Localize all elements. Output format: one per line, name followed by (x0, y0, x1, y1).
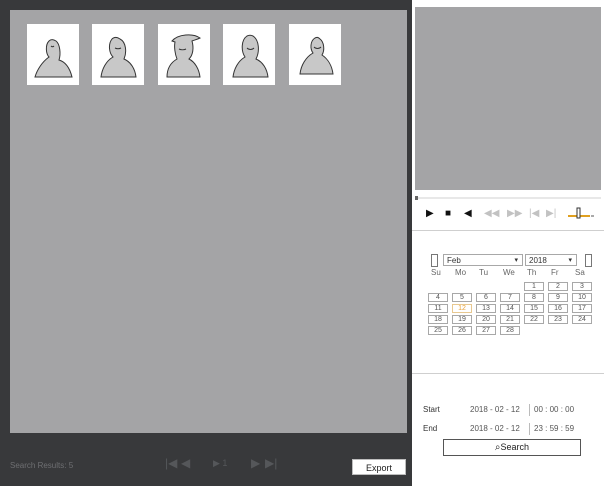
weekday-label: Mo (455, 268, 467, 277)
month-select[interactable]: Feb ▾ (443, 254, 523, 266)
video-preview (415, 7, 601, 190)
calendar-day[interactable]: 28 (500, 326, 520, 335)
weekday-label: Fr (551, 268, 559, 277)
calendar-day[interactable]: 13 (476, 304, 496, 313)
calendar-day[interactable]: 10 (572, 293, 592, 302)
next-icon[interactable]: ▶| (546, 208, 556, 220)
result-gallery (10, 10, 407, 433)
seek-bar[interactable] (415, 196, 601, 200)
calendar-day[interactable]: 1 (524, 282, 544, 291)
weekday-label: Th (527, 268, 537, 277)
calendar-day[interactable]: 16 (548, 304, 568, 313)
slow-icon[interactable]: ◀◀ (484, 208, 499, 220)
calendar-day[interactable]: 6 (476, 293, 496, 302)
search-button[interactable]: ⌕Search (443, 439, 581, 456)
end-time-field[interactable]: 23 : 59 : 59 (534, 424, 574, 433)
playback-controls: ▶ ■ ◀ ◀◀ ▶▶ |◀ ▶| (415, 204, 601, 226)
first-page-icon[interactable]: |◀ (165, 456, 177, 470)
next-page-icon[interactable]: ▶ (251, 456, 260, 470)
field-separator (529, 423, 530, 435)
calendar-day[interactable]: 25 (428, 326, 448, 335)
weekday-label: We (503, 268, 515, 277)
face-thumbnail-2[interactable] (92, 24, 144, 85)
chevron-down-icon: ▾ (568, 257, 572, 264)
calendar-day[interactable]: 27 (476, 326, 496, 335)
calendar-day[interactable]: 7 (500, 293, 520, 302)
end-label: End (423, 424, 438, 433)
year-select[interactable]: 2018 ▾ (525, 254, 577, 266)
volume-icon[interactable] (567, 206, 595, 220)
calendar-day[interactable]: 20 (476, 315, 496, 324)
calendar-day[interactable]: 18 (428, 315, 448, 324)
search-result-count: Search Results: 5 (10, 461, 74, 470)
fast-icon[interactable]: ▶▶ (507, 208, 522, 220)
face-capture-icon (299, 36, 334, 75)
face-thumbnail-1[interactable] (27, 24, 79, 85)
prev-frame-icon[interactable]: ◀ (464, 208, 472, 220)
previous-icon[interactable]: |◀ (529, 208, 539, 220)
play-icon[interactable]: ▶ (426, 208, 434, 220)
start-label: Start (423, 405, 440, 414)
weekday-label: Sa (575, 268, 585, 277)
calendar-day[interactable]: 26 (452, 326, 472, 335)
calendar-day[interactable]: 23 (548, 315, 568, 324)
divider (412, 230, 604, 231)
calendar-day[interactable]: 5 (452, 293, 472, 302)
face-capture-icon (166, 34, 201, 78)
page-current: ▶ 1 (213, 458, 228, 468)
face-thumbnail-3[interactable] (158, 24, 210, 85)
weekday-label: Tu (479, 268, 489, 277)
month-spinner[interactable] (431, 254, 438, 267)
calendar-day[interactable]: 2 (548, 282, 568, 291)
chevron-down-icon: ▾ (514, 257, 518, 264)
last-page-icon[interactable]: ▶| (265, 456, 277, 470)
face-capture-icon (100, 37, 137, 78)
calendar-day[interactable]: 4 (428, 293, 448, 302)
prev-page-icon[interactable]: ◀ (181, 456, 190, 470)
export-button[interactable]: Export (352, 459, 406, 475)
results-panel: Search Results: 5 |◀ ◀ ▶ 1 ▶ ▶| Export (0, 0, 412, 486)
start-date-field[interactable]: 2018 - 02 - 12 (470, 405, 520, 414)
side-panel: ▶ ■ ◀ ◀◀ ▶▶ |◀ ▶| Feb ▾ 2018 ▾ Su Mo Tu We Th F… (412, 0, 604, 486)
calendar-day[interactable]: 19 (452, 315, 472, 324)
pagination-bar: Search Results: 5 |◀ ◀ ▶ 1 ▶ ▶| Export (0, 434, 412, 486)
calendar-day[interactable]: 17 (572, 304, 592, 313)
face-thumbnail-5[interactable] (289, 24, 341, 85)
calendar-day[interactable]: 12 (452, 304, 472, 313)
calendar-day[interactable]: 22 (524, 315, 544, 324)
calendar-day[interactable]: 3 (572, 282, 592, 291)
calendar-day[interactable]: 21 (500, 315, 520, 324)
start-time-field[interactable]: 00 : 00 : 00 (534, 405, 574, 414)
divider (412, 373, 604, 374)
year-spinner[interactable] (585, 254, 592, 267)
field-separator (529, 404, 530, 416)
calendar-day[interactable]: 9 (548, 293, 568, 302)
search-button-label: Search (500, 442, 530, 452)
face-capture-icon (34, 39, 73, 78)
face-thumbnail-4[interactable] (223, 24, 275, 85)
stop-icon[interactable]: ■ (445, 208, 451, 220)
end-date-field[interactable]: 2018 - 02 - 12 (470, 424, 520, 433)
weekday-label: Su (431, 268, 441, 277)
calendar-day[interactable]: 11 (428, 304, 448, 313)
face-capture-icon (232, 34, 269, 78)
calendar-day[interactable]: 14 (500, 304, 520, 313)
calendar-day[interactable]: 15 (524, 304, 544, 313)
calendar-day[interactable]: 24 (572, 315, 592, 324)
calendar-day[interactable]: 8 (524, 293, 544, 302)
